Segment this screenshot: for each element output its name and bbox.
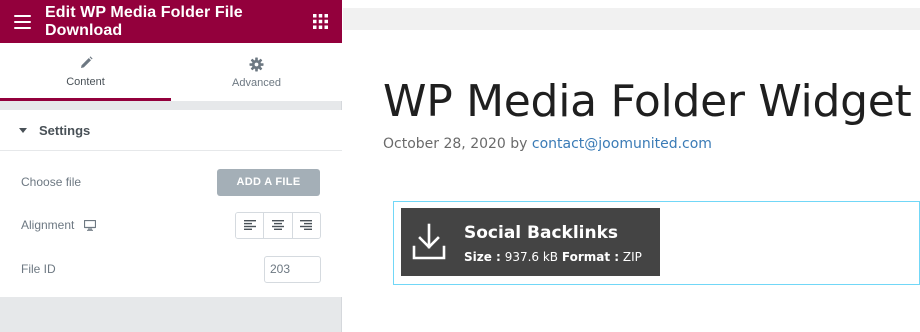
caret-down-icon bbox=[19, 127, 27, 133]
align-right-icon bbox=[300, 220, 313, 230]
align-center-icon bbox=[271, 220, 284, 230]
tab-content[interactable]: Content bbox=[0, 43, 171, 101]
align-left-icon bbox=[243, 220, 256, 230]
format-label: Format : bbox=[561, 250, 620, 264]
desktop-monitor-icon[interactable] bbox=[84, 219, 97, 231]
file-id-label: File ID bbox=[21, 262, 56, 276]
section-title: Settings bbox=[39, 122, 91, 138]
alignment-label-wrap: Alignment bbox=[21, 218, 97, 232]
settings-section-toggle[interactable]: Settings bbox=[0, 110, 342, 151]
download-icon bbox=[401, 208, 457, 276]
post-meta: October 28, 2020 by contact@joomunited.c… bbox=[383, 136, 712, 152]
panel-tabs: Content Advanced bbox=[0, 43, 342, 101]
choose-file-control: Choose file ADD A FILE bbox=[0, 167, 342, 197]
sidebar-header: Edit WP Media Folder File Download bbox=[0, 0, 342, 43]
align-left-button[interactable] bbox=[236, 212, 264, 238]
add-file-button[interactable]: ADD A FILE bbox=[217, 168, 320, 196]
settings-section: Settings Choose file ADD A FILE Alignmen… bbox=[0, 110, 342, 297]
tab-advanced-label: Advanced bbox=[232, 77, 281, 89]
alignment-label: Alignment bbox=[21, 218, 75, 232]
page-preview: WP Media Folder Widget October 28, 2020 … bbox=[343, 0, 920, 332]
align-right-button[interactable] bbox=[291, 212, 320, 238]
align-center-button[interactable] bbox=[263, 212, 292, 238]
preview-top-edge bbox=[343, 0, 920, 8]
file-name: Social Backlinks bbox=[464, 223, 619, 243]
alignment-choices bbox=[235, 211, 321, 239]
choose-file-label: Choose file bbox=[21, 175, 82, 189]
file-id-control: File ID bbox=[0, 254, 342, 284]
file-details: Size : 937.6 kB Format : ZIP bbox=[464, 250, 642, 264]
size-value: 937.6 kB bbox=[504, 250, 559, 264]
panel-title: Edit WP Media Folder File Download bbox=[45, 3, 243, 39]
author-link[interactable]: contact@joomunited.com bbox=[532, 136, 712, 152]
format-value: ZIP bbox=[622, 250, 642, 264]
size-label: Size : bbox=[464, 250, 501, 264]
pencil-icon bbox=[79, 54, 93, 72]
page-title: WP Media Folder Widget bbox=[383, 76, 912, 127]
post-date: October 28, 2020 by bbox=[383, 136, 532, 152]
file-download-button[interactable]: Social Backlinks Size : 937.6 kB Format … bbox=[401, 208, 660, 276]
file-id-input[interactable] bbox=[264, 255, 321, 283]
editor-window: Edit WP Media Folder File Download Conte… bbox=[0, 0, 920, 332]
gear-icon bbox=[249, 55, 264, 73]
menu-icon[interactable] bbox=[0, 0, 44, 43]
download-info: Social Backlinks Size : 937.6 kB Format … bbox=[457, 208, 642, 276]
editor-sidebar: Edit WP Media Folder File Download Conte… bbox=[0, 0, 342, 332]
tab-content-label: Content bbox=[66, 75, 105, 88]
tab-advanced[interactable]: Advanced bbox=[171, 43, 342, 101]
apps-grid-icon[interactable] bbox=[298, 0, 342, 43]
alignment-control: Alignment bbox=[0, 210, 342, 240]
